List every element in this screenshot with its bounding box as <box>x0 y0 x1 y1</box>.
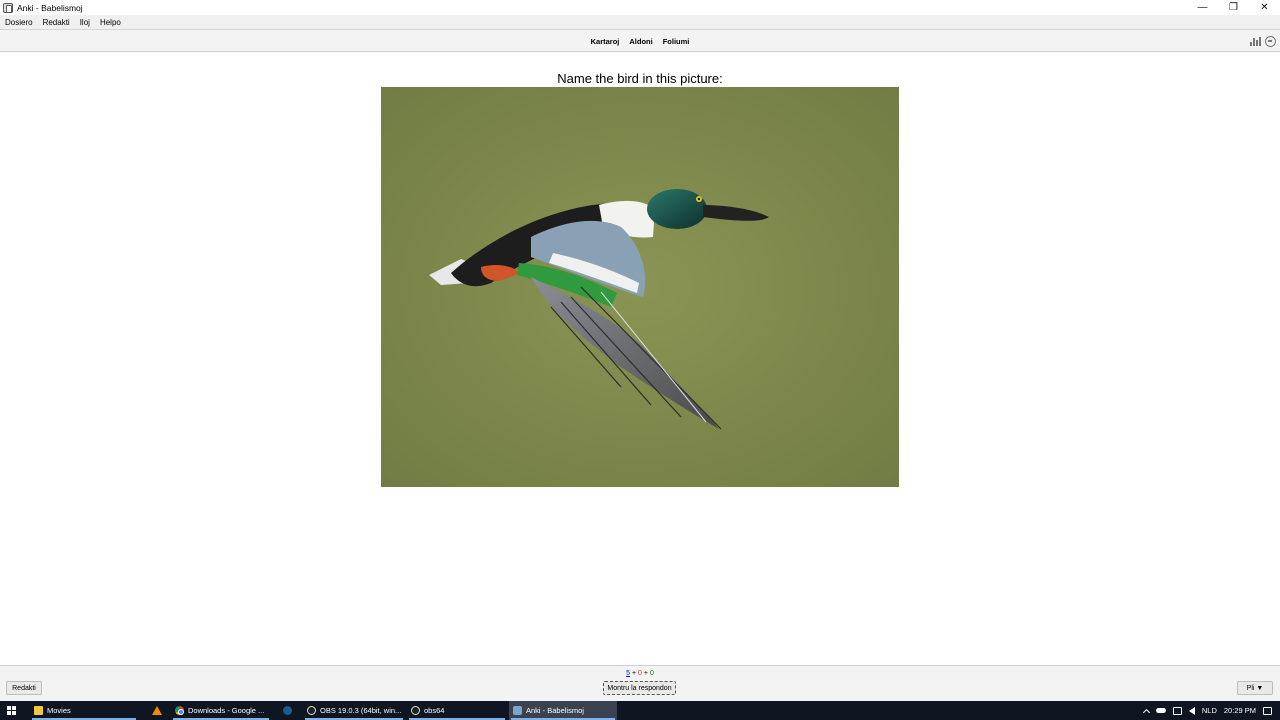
clock[interactable]: 20:29 PM <box>1224 706 1256 715</box>
toolbar-decks-link[interactable]: Kartaroj <box>591 37 620 46</box>
taskbar-item-obs64[interactable]: obs64 <box>407 701 507 720</box>
menu-file[interactable]: Dosiero <box>5 18 33 27</box>
chrome-icon <box>175 706 184 715</box>
taskbar-item-obs[interactable]: OBS 19.0.3 (64bit, win... <box>303 701 405 720</box>
show-hidden-icons-icon[interactable] <box>1142 708 1150 716</box>
taskbar-item-vlc[interactable] <box>148 701 170 720</box>
toolbar-links: Kartaroj Aldoni Foliumi <box>0 30 1280 52</box>
due-counts: 5 + 0 + 0 <box>0 670 1280 677</box>
vlc-icon <box>152 706 162 715</box>
folder-icon <box>34 706 43 715</box>
card-area: Name the bird in this picture: <box>0 53 1280 665</box>
start-button[interactable] <box>0 701 22 720</box>
title-bar: Anki - Babelismoj — ❐ ✕ <box>0 0 1280 15</box>
menu-bar: Dosiero Redakti Iloj Helpo <box>0 15 1280 30</box>
minimize-button[interactable]: — <box>1187 0 1218 15</box>
restore-button[interactable]: ❐ <box>1218 0 1249 15</box>
duck-image <box>381 87 899 487</box>
new-count: 5 <box>626 670 631 677</box>
anki-app-icon <box>3 2 13 13</box>
menu-help[interactable]: Helpo <box>100 18 121 27</box>
bird-photo <box>381 87 899 487</box>
sync-icon[interactable] <box>1265 35 1276 47</box>
close-button[interactable]: ✕ <box>1249 0 1280 15</box>
review-count: 0 <box>649 670 654 677</box>
anki-icon <box>513 706 522 715</box>
learning-count: 0 <box>638 670 642 677</box>
input-language[interactable]: NLD <box>1202 706 1217 715</box>
windows-logo-icon <box>6 706 16 715</box>
network-icon[interactable] <box>1172 706 1182 715</box>
obs-icon <box>411 706 420 715</box>
window-title: Anki - Babelismoj <box>17 2 83 13</box>
toolbar-add-link[interactable]: Aldoni <box>629 37 652 46</box>
obs-icon <box>307 706 316 715</box>
window-controls: — ❐ ✕ <box>1187 0 1280 15</box>
menu-edit[interactable]: Redakti <box>43 18 70 27</box>
count-separator: + <box>643 670 648 677</box>
volume-icon[interactable] <box>1188 706 1195 715</box>
toolbar-browse-link[interactable]: Foliumi <box>663 37 690 46</box>
stats-icon[interactable] <box>1250 36 1261 46</box>
taskbar-item-anki[interactable]: Anki - Babelismoj <box>509 701 617 720</box>
taskbar-item-chrome[interactable]: Downloads - Google ... <box>171 701 271 720</box>
taskbar-item-movies[interactable]: Movies <box>30 701 138 720</box>
windows-taskbar: Movies Downloads - Google ... OBS 19.0.3… <box>0 701 1280 720</box>
edit-card-button[interactable]: Redakti <box>6 681 42 695</box>
card-question: Name the bird in this picture: <box>557 71 723 86</box>
more-button[interactable]: Pli ▼ <box>1237 681 1273 695</box>
review-bottom-bar: Redakti 5 + 0 + 0 Montru la respondon Pl… <box>0 665 1280 701</box>
toolbar-right <box>1250 30 1276 52</box>
menu-tools[interactable]: Iloj <box>80 18 90 27</box>
system-tray: NLD 20:29 PM <box>1142 701 1280 720</box>
taskbar-item-steam[interactable] <box>279 701 301 720</box>
onedrive-icon[interactable] <box>1155 708 1166 713</box>
steam-icon <box>283 706 292 715</box>
action-center-icon[interactable] <box>1263 706 1272 715</box>
main-toolbar: Kartaroj Aldoni Foliumi <box>0 30 1280 52</box>
count-separator: + <box>632 670 637 677</box>
show-answer-button[interactable]: Montru la respondon <box>603 681 676 695</box>
